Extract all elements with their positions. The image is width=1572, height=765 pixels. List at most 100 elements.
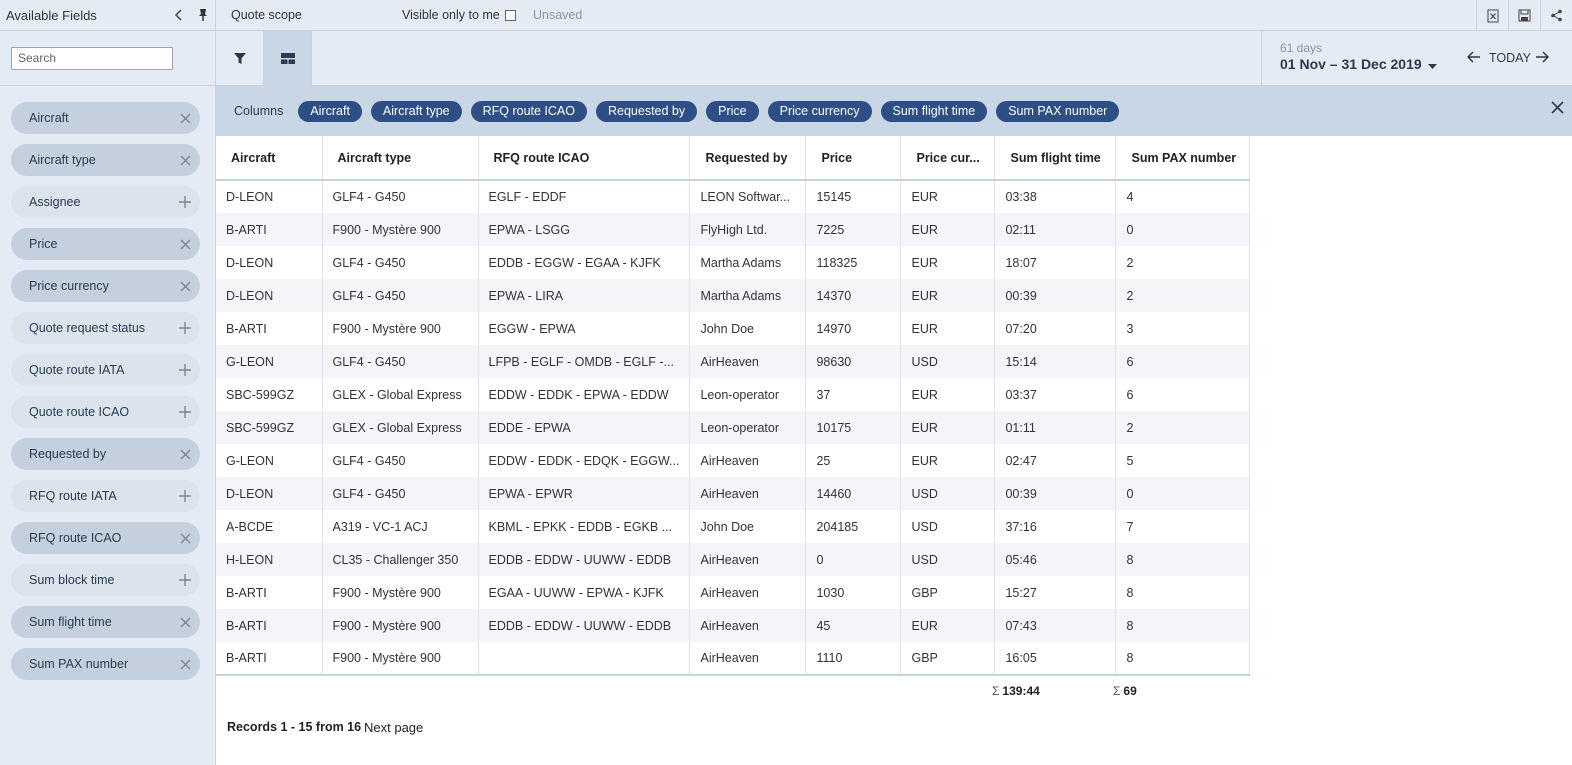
arrow-left-icon[interactable] [1466,51,1481,66]
field-item[interactable]: Aircraft type [11,144,200,176]
table-row[interactable]: G-LEON GLF4 - G450 EDDW - EDDK - EDQK - EG… [216,444,1251,477]
today-button[interactable]: TODAY [1489,51,1531,65]
field-item[interactable]: Sum block time [11,564,200,596]
visible-only-toggle[interactable]: Visible only to me [402,8,516,22]
field-item[interactable]: RFQ route ICAO [11,522,200,554]
table-cell: B-ARTI [216,213,323,246]
layout-button[interactable] [264,31,312,85]
add-icon[interactable] [179,406,191,418]
table-row[interactable]: D-LEON GLF4 - G450 EDDB - EGGW - EGAA - KJ… [216,246,1251,279]
field-item[interactable]: Requested by [11,438,200,470]
column-header[interactable]: Aircraft type [322,136,479,181]
table-row[interactable]: B-ARTI F900 - Mystère 900 EPWA - LSGG FlyHi… [216,213,1251,246]
table-cell: Martha Adams [689,246,807,279]
table-row[interactable]: B-ARTI F900 - Mystère 900 EGAA - UUWW - EP… [216,576,1251,609]
date-range-value[interactable]: 01 Nov – 31 Dec 2019 [1280,56,1422,72]
column-chip[interactable]: Sum PAX number [996,100,1120,122]
table-row[interactable]: H-LEON CL35 - Challenger 350 EDDB - EDDW -… [216,543,1251,576]
table-row[interactable]: G-LEON GLF4 - G450 LFPB - EGLF - OMDB - EG… [216,345,1251,378]
table-row[interactable]: A-BCDE A319 - VC-1 ACJ KBML - EPKK - EDDB … [216,510,1251,543]
table-row[interactable]: B-ARTI F900 - Mystère 900 EGGW - EPWA John … [216,312,1251,345]
table-row[interactable]: D-LEON GLF4 - G450 EGLF - EDDF LEON Softwar… [216,180,1251,213]
save-icon[interactable] [1508,0,1540,31]
table-row[interactable]: D-LEON GLF4 - G450 EPWA - LIRA Martha Adams… [216,279,1251,312]
table-cell: LEON Softwar... [689,180,807,213]
table-row[interactable]: B-ARTI F900 - Mystère 900 AirHeaven 1110 GBP… [216,642,1251,676]
close-icon[interactable] [1551,101,1564,117]
remove-icon[interactable] [179,280,191,292]
available-fields-header: Available Fields [0,0,215,31]
quote-scope-label[interactable]: Quote scope [231,8,302,22]
field-item[interactable]: Aircraft [11,102,200,134]
table-cell: Martha Adams [689,279,807,312]
pin-icon[interactable] [194,6,212,24]
column-header[interactable]: Aircraft [216,136,323,181]
column-chip[interactable]: Requested by [596,100,698,122]
column-header[interactable]: Price [805,136,902,181]
arrow-right-icon[interactable] [1535,51,1550,66]
collapse-panel-icon[interactable] [170,6,188,24]
table-cell: 10175 [805,411,902,444]
remove-icon[interactable] [179,238,191,250]
field-item-label: Quote route IATA [29,363,125,377]
field-item-label: Quote route ICAO [29,405,130,419]
column-chip[interactable]: RFQ route ICAO [470,100,587,122]
table-cell: 45 [805,609,902,642]
remove-icon[interactable] [179,112,191,124]
column-chip[interactable]: Aircraft [298,100,362,122]
column-header[interactable]: RFQ route ICAO [478,136,691,181]
table-cell: EUR [900,609,996,642]
table-cell: 02:47 [994,444,1117,477]
remove-icon[interactable] [179,532,191,544]
table-cell: EDDB - EDDW - UUWW - EDDB [478,609,691,642]
field-item[interactable]: Assignee [11,186,200,218]
share-icon[interactable] [1540,0,1572,31]
table-cell: EDDW - EDDK - EPWA - EDDW [478,378,691,411]
column-header[interactable]: Sum flight time [994,136,1117,181]
filter-button[interactable] [216,31,264,85]
next-page-link[interactable]: Next page [364,720,423,735]
search-wrapper [0,31,215,86]
field-item[interactable]: Quote route ICAO [11,396,200,428]
table-cell: 7225 [805,213,902,246]
column-chip[interactable]: Price [706,100,759,122]
table-cell: EPWA - LIRA [478,279,691,312]
add-icon[interactable] [179,364,191,376]
table-row[interactable]: SBC-599GZ GLEX - Global Express EDDW - EDD… [216,378,1251,411]
field-item[interactable]: RFQ route IATA [11,480,200,512]
column-chip[interactable]: Aircraft type [370,100,462,122]
add-icon[interactable] [179,196,191,208]
remove-icon[interactable] [179,154,191,166]
table-row[interactable]: D-LEON GLF4 - G450 EPWA - EPWR AirHeaven 144… [216,477,1251,510]
field-item[interactable]: Sum flight time [11,606,200,638]
remove-icon[interactable] [179,658,191,670]
column-chip[interactable]: Price currency [767,100,872,122]
add-icon[interactable] [179,490,191,502]
table-row[interactable]: B-ARTI F900 - Mystère 900 EDDB - EDDW - UU… [216,609,1251,642]
table-cell: AirHeaven [689,543,807,576]
column-chip[interactable]: Sum flight time [880,100,988,122]
field-item[interactable]: Price currency [11,270,200,302]
column-header[interactable]: Sum PAX number [1115,136,1251,181]
column-header[interactable]: Requested by [689,136,807,181]
field-item[interactable]: Sum PAX number [11,648,200,680]
field-item[interactable]: Quote route IATA [11,354,200,386]
visible-only-checkbox[interactable] [504,9,516,21]
field-search-input[interactable] [11,46,173,70]
field-item[interactable]: Quote request status [11,312,200,344]
available-fields-title: Available Fields [6,7,97,23]
add-icon[interactable] [179,574,191,586]
table-cell: 4 [1115,180,1251,213]
remove-icon[interactable] [179,616,191,628]
export-excel-icon[interactable] [1476,0,1508,31]
table-row[interactable]: SBC-599GZ GLEX - Global Express EDDE - EPW… [216,411,1251,444]
field-item[interactable]: Price [11,228,200,260]
column-header[interactable]: Price cur... [900,136,996,181]
table-cell: AirHeaven [689,576,807,609]
table-cell: 03:37 [994,378,1117,411]
field-list: Aircraft Aircraft type Assignee Price Price … [0,86,215,680]
add-icon[interactable] [179,322,191,334]
caret-down-icon[interactable] [1428,58,1437,73]
remove-icon[interactable] [179,448,191,460]
table-cell: B-ARTI [216,312,323,345]
